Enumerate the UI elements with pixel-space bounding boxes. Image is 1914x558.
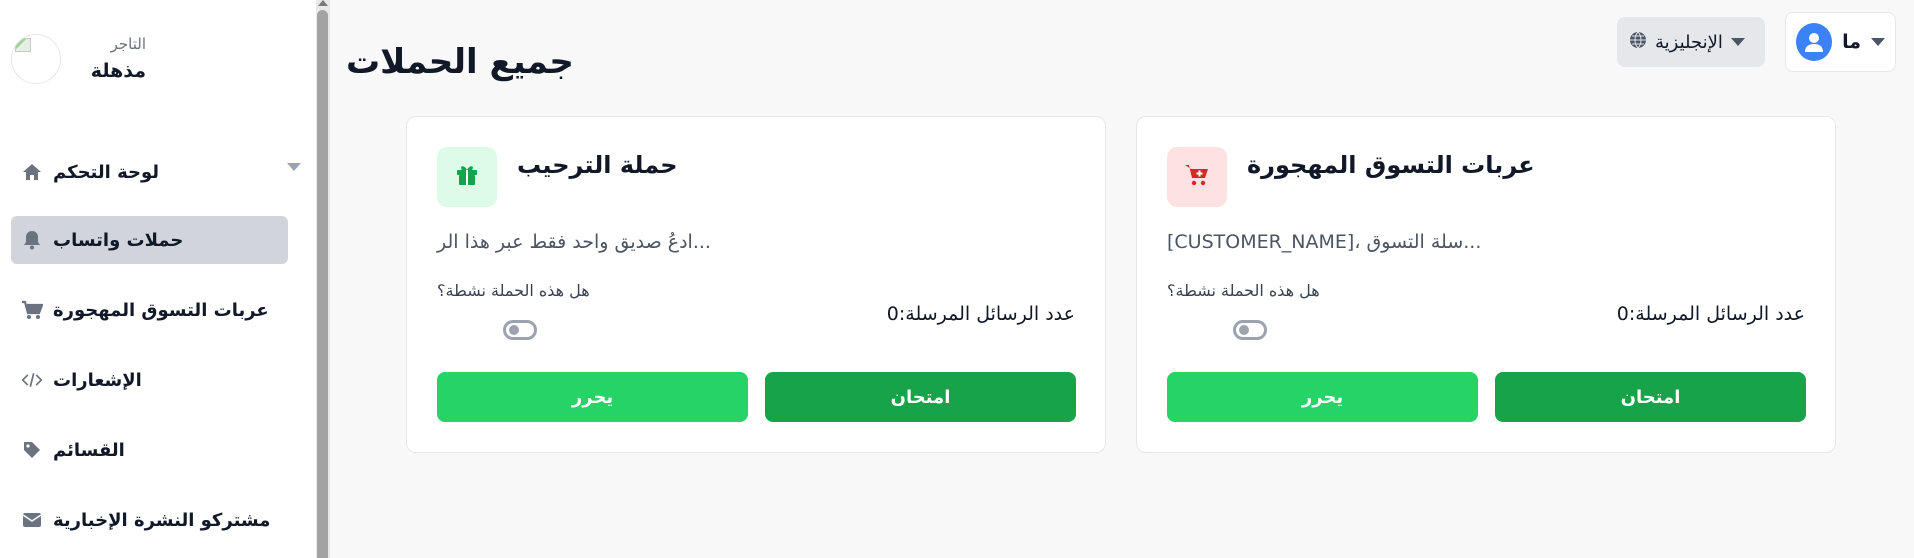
sidebar-item-label: لوحة التحكم [53, 161, 160, 183]
chevron-down-icon [1871, 38, 1885, 46]
sidebar-item-label: القسائم [53, 439, 125, 461]
campaign-active-question: هل هذه الحملة نشطة؟ [437, 281, 590, 300]
globe-icon [1629, 31, 1647, 53]
broken-image-icon [15, 38, 31, 52]
sidebar-item-notifications[interactable]: الإشعارات [11, 356, 288, 404]
cart-icon [21, 299, 43, 321]
tag-icon [21, 439, 43, 461]
brand-logo [11, 34, 61, 84]
sent-count-label: عدد الرسائل المرسلة: [898, 303, 1075, 325]
sidebar-item-label: حملات واتساب [53, 229, 184, 251]
mail-icon [21, 509, 43, 531]
sidebar-item-label: عربات التسوق المهجورة [53, 299, 269, 321]
sidebar-item-coupons[interactable]: القسائم [11, 426, 288, 474]
campaign-card-abandoned-carts: عربات التسوق المهجورة [CUSTOMER_NAME]، س… [1136, 116, 1836, 453]
code-icon [21, 369, 43, 391]
campaign-card-welcome: حملة الترحيب ادعُ صديق واحد فقط عبر هذا … [406, 116, 1106, 453]
campaign-title: حملة الترحيب [517, 151, 678, 179]
campaign-active-toggle[interactable] [1233, 320, 1267, 340]
scrollbar-thumb[interactable] [317, 10, 328, 558]
campaign-description: ادعُ صديق واحد فقط عبر هذا الر... [437, 231, 711, 253]
campaign-icon-box [437, 147, 497, 207]
sidebar-item-abandoned-carts[interactable]: عربات التسوق المهجورة [11, 286, 288, 334]
chevron-down-icon[interactable] [287, 163, 301, 171]
gift-icon [455, 163, 479, 191]
campaign-active-question: هل هذه الحملة نشطة؟ [1167, 281, 1320, 300]
sidebar-item-whatsapp-campaigns[interactable]: حملات واتساب [11, 216, 288, 264]
bell-icon [21, 229, 43, 251]
avatar [1796, 23, 1833, 61]
home-icon [21, 161, 43, 183]
brand-name: مذهلة [90, 60, 146, 82]
edit-button[interactable]: يحرر [437, 372, 748, 422]
brand-label: التاجر [110, 35, 146, 53]
campaign-active-toggle[interactable] [503, 320, 537, 340]
campaign-description: [CUSTOMER_NAME]، سلة التسوق... [1167, 231, 1482, 253]
sent-count: عدد الرسائل المرسلة:0 [1617, 303, 1805, 325]
sent-count-label: عدد الرسائل المرسلة: [1628, 303, 1805, 325]
language-dropdown[interactable]: الإنجليزية [1617, 17, 1765, 67]
edit-button[interactable]: يحرر [1167, 372, 1478, 422]
sent-count-value: 0 [1616, 303, 1629, 325]
cart-plus-icon [1184, 163, 1210, 191]
sent-count: عدد الرسائل المرسلة:0 [887, 303, 1075, 325]
sent-count-value: 0 [886, 303, 899, 325]
test-button[interactable]: امتحان [1495, 372, 1806, 422]
sidebar-item-label: مشتركو النشرة الإخبارية [53, 509, 271, 531]
sidebar-item-dashboard[interactable]: لوحة التحكم [11, 148, 288, 196]
chevron-down-icon [1730, 38, 1745, 46]
sidebar-item-label: الإشعارات [53, 369, 142, 391]
user-name: ما [1842, 31, 1861, 53]
sidebar-item-newsletter-subscribers[interactable]: مشتركو النشرة الإخبارية [11, 496, 288, 544]
test-button[interactable]: امتحان [765, 372, 1076, 422]
campaign-icon-box [1167, 147, 1227, 207]
page-title: جميع الحملات [346, 42, 574, 82]
language-label: الإنجليزية [1655, 31, 1723, 53]
campaign-title: عربات التسوق المهجورة [1247, 151, 1535, 179]
sidebar: التاجر مذهلة لوحة التحكم حملات واتساب عر… [0, 0, 316, 558]
scroll-up-arrow-icon[interactable] [318, 0, 328, 6]
user-menu[interactable]: ما [1785, 12, 1896, 72]
